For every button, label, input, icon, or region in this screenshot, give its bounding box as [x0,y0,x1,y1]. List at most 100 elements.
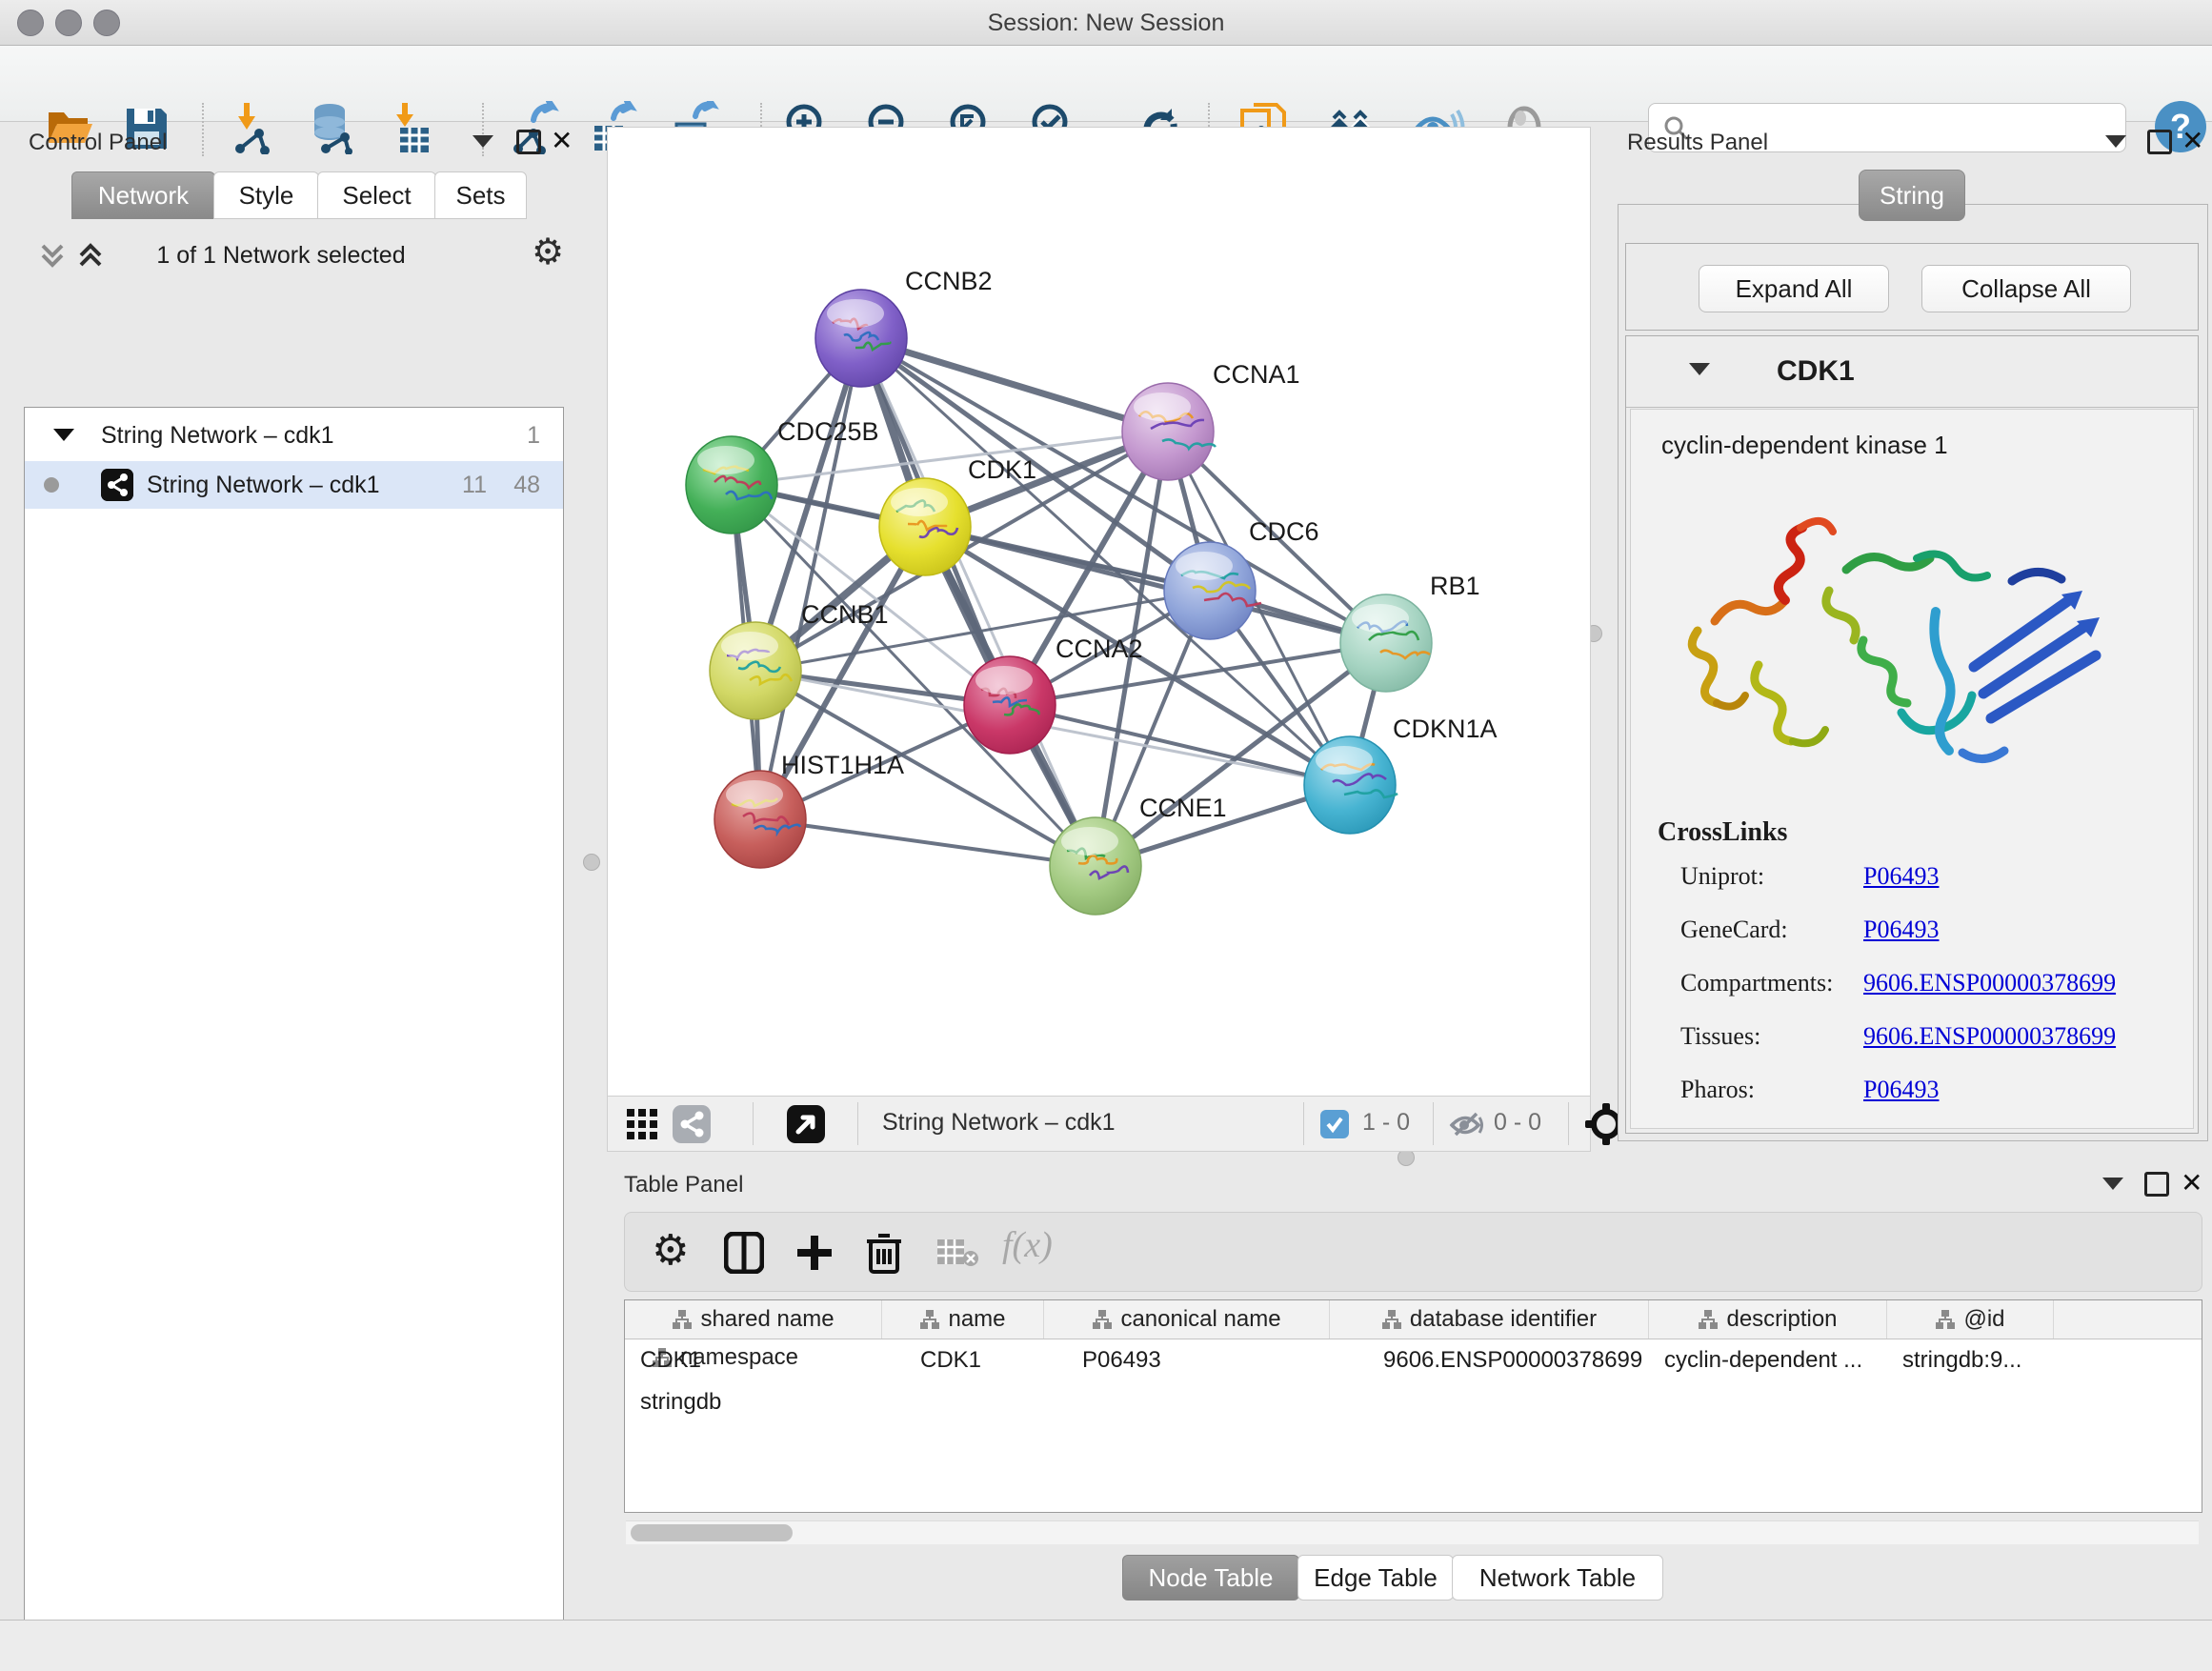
network-node-CDC25B[interactable]: CDC25B [686,417,879,534]
collapse-all-tree-icon[interactable] [36,238,69,272]
entry-header[interactable]: CDK1 [1626,336,2198,408]
table-panel-float-icon[interactable] [2102,1178,2123,1190]
entry-collapse-icon[interactable] [1689,363,1710,375]
protein-structure-image [1677,478,2124,793]
table-row[interactable]: CDK1CDK1P064939606.ENSP00000378699cyclin… [625,1339,2202,1423]
collection-expand-icon[interactable] [53,429,74,441]
status-bar: Memory [0,1620,2212,1671]
compartments-link[interactable]: 9606.ENSP00000378699 [1863,956,2116,1010]
collection-label: String Network – cdk1 [101,412,334,459]
pharos-link[interactable]: P06493 [1863,1063,1939,1117]
add-column-icon[interactable] [794,1232,835,1274]
main-toolbar: ? [0,46,2212,122]
tissues-link[interactable]: 9606.ENSP00000378699 [1863,1010,2116,1063]
genecard-link[interactable]: P06493 [1863,903,1939,956]
delete-column-icon[interactable] [865,1230,903,1276]
tab-style[interactable]: Style [213,171,319,219]
column-type-icon [672,1309,693,1330]
crosslinks-title: CrossLinks [1658,817,1787,848]
hidden-eye-slash-icon [1448,1108,1484,1140]
network-node-CCNA1[interactable]: CCNA1 [1122,360,1300,480]
results-panel-float-icon[interactable] [2105,135,2126,148]
delete-table-icon [937,1238,979,1268]
column-type-icon [1092,1309,1113,1330]
cytoscape-window: Session: New Session [0,0,2212,1671]
table-panel-close-icon[interactable]: ✕ [2181,1174,2202,1193]
table-header-row: shared namenamecanonical namedatabase id… [625,1300,2202,1339]
column-header[interactable]: name [882,1300,1044,1339]
detach-view-icon[interactable] [787,1105,825,1143]
expand-all-button[interactable]: Expand All [1699,265,1889,312]
tab-select[interactable]: Select [317,171,436,219]
network-view-icon[interactable] [673,1105,711,1143]
tab-sets[interactable]: Sets [434,171,527,219]
network-status-dot [44,477,59,493]
tab-edge-table[interactable]: Edge Table [1297,1555,1454,1601]
network-selection-status: 1 of 1 Network selected [124,242,438,270]
column-header[interactable]: canonical name [1044,1300,1330,1339]
column-header[interactable]: shared name [625,1300,882,1339]
tab-network-table[interactable]: Network Table [1452,1555,1663,1601]
network-node-count: 11 [462,461,487,509]
node-label-CDKN1A: CDKN1A [1393,715,1498,743]
node-label-CDC25B: CDC25B [777,417,879,446]
node-label-CCNB2: CCNB2 [905,267,993,295]
network-node-RB1[interactable]: RB1 [1340,572,1480,692]
control-panel-float-icon[interactable] [473,135,493,148]
selected-checkbox-icon[interactable] [1320,1110,1349,1138]
entry-body: cyclin-dependent kinase 1 [1630,409,2194,1129]
grid-view-icon[interactable] [625,1107,659,1141]
network-view-toolbar: String Network – cdk1 1 - 0 0 - 0 [607,1096,1591,1152]
column-header[interactable]: description [1649,1300,1887,1339]
network-node-HIST1H1A[interactable]: HIST1H1A [714,751,904,868]
column-header[interactable]: @id [1887,1300,2054,1339]
show-columns-icon[interactable] [724,1232,764,1274]
column-type-icon [1698,1309,1719,1330]
selected-counts: 1 - 0 [1362,1109,1410,1137]
column-type-icon [1935,1309,1956,1330]
network-row-selected[interactable]: String Network – cdk1 11 48 [25,461,563,509]
tab-node-table[interactable]: Node Table [1122,1555,1299,1601]
network-node-CCNB1[interactable]: CCNB1 [710,600,889,719]
column-header[interactable]: database identifier [1330,1300,1649,1339]
scrollbar-thumb[interactable] [631,1524,793,1541]
network-node-CDKN1A[interactable]: CDKN1A [1304,715,1498,834]
network-canvas[interactable]: CCNB2CCNA1CDC25BCDK1CDC6RB1CCNB1CCNA2CDK… [607,127,1591,1097]
column-type-icon [1381,1309,1402,1330]
uniprot-link[interactable]: P06493 [1863,850,1939,903]
entry-name: CDK1 [1777,355,1855,388]
table-settings-gear-icon[interactable]: ⚙ [652,1226,689,1275]
results-entry-panel: CDK1 cyclin-dependent kinase 1 [1625,335,2199,1134]
results-panel-title: Results Panel [1627,130,1768,156]
title-bar: Session: New Session [0,0,2212,46]
expand-all-tree-icon[interactable] [74,238,107,272]
network-node-CDK1[interactable]: CDK1 [879,455,1036,575]
tab-string[interactable]: String [1859,170,1965,221]
tab-network[interactable]: Network [71,171,215,219]
results-panel-maximize-icon[interactable] [2147,130,2172,154]
node-label-CCNB1: CCNB1 [801,600,889,629]
entry-description: cyclin-dependent kinase 1 [1661,431,1948,460]
node-label-CCNA2: CCNA2 [1056,634,1143,663]
network-node-CCNE1[interactable]: CCNE1 [1050,794,1227,915]
control-panel: Control Panel ✕ Network Style Select Set… [10,124,572,1586]
left-splitter-handle[interactable] [583,854,600,871]
table-horizontal-scrollbar[interactable] [626,1520,2199,1544]
table-toolbar: ⚙ f(x) [624,1212,2202,1292]
node-label-RB1: RB1 [1430,572,1480,600]
network-collection-row[interactable]: String Network – cdk1 1 [25,412,563,459]
control-panel-maximize-icon[interactable] [516,130,541,154]
crosslink-row: Compartments: [1680,956,1833,1010]
node-label-HIST1H1A: HIST1H1A [781,751,904,779]
network-options-gear-icon[interactable]: ⚙ [532,231,564,273]
function-builder-icon: f(x) [1002,1224,1053,1266]
window-title: Session: New Session [0,10,2212,37]
table-panel-title: Table Panel [624,1172,743,1198]
column-type-icon [919,1309,940,1330]
collapse-all-button[interactable]: Collapse All [1921,265,2131,312]
collection-count: 1 [527,412,540,459]
table-panel-maximize-icon[interactable] [2144,1172,2169,1197]
control-panel-close-icon[interactable]: ✕ [551,131,573,151]
results-panel-close-icon[interactable]: ✕ [2182,131,2203,151]
node-label-CCNE1: CCNE1 [1139,794,1227,822]
